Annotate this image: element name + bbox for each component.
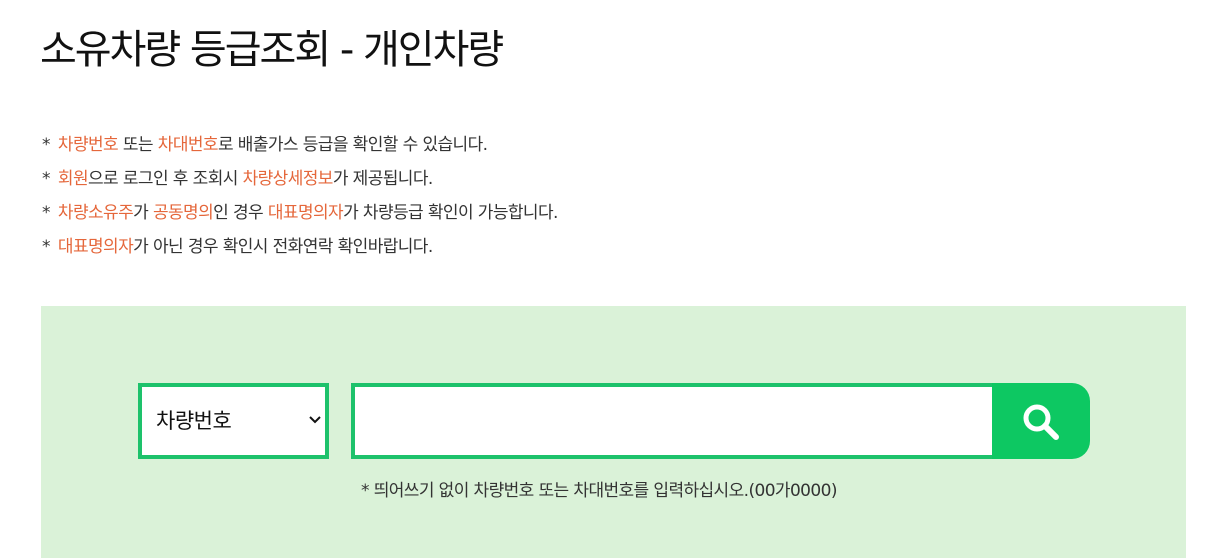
notice-text: 가 차량등급 확인이 가능합니다.: [343, 203, 558, 223]
page-title: 소유차량 등급조회 - 개인차량: [40, 27, 504, 73]
search-type-select[interactable]: 차량번호: [138, 383, 329, 459]
notice-highlight: 차량소유주: [57, 203, 134, 223]
search-icon: [1023, 404, 1059, 440]
chevron-down-icon: [307, 387, 323, 455]
notice-text: 가 아닌 경우 확인시 전화연락 확인바랍니다.: [133, 237, 433, 257]
search-hint: * 띄어쓰기 없이 차량번호 또는 차대번호를 입력하십시오.(00가0000): [361, 481, 837, 501]
notice-item: * 차량번호 또는 차대번호로 배출가스 등급을 확인할 수 있습니다.: [42, 130, 558, 164]
bullet-star: *: [42, 169, 50, 189]
bullet-star: *: [42, 237, 50, 257]
notice-text: 또는: [118, 135, 158, 155]
notice-highlight: 대표명의자: [57, 237, 134, 257]
notice-list: * 차량번호 또는 차대번호로 배출가스 등급을 확인할 수 있습니다. * 회원으…: [42, 130, 558, 266]
notice-highlight: 대표명의자: [267, 203, 344, 223]
notice-highlight: 차대번호: [157, 135, 219, 155]
bullet-star: *: [42, 135, 50, 155]
notice-item: * 회원으로 로그인 후 조회시 차량상세정보가 제공됩니다.: [42, 164, 558, 198]
search-button[interactable]: [992, 383, 1090, 459]
notice-text: 로 배출가스 등급을 확인할 수 있습니다.: [217, 135, 488, 155]
notice-text: 으로 로그인 후 조회시: [88, 169, 243, 189]
notice-item: * 대표명의자가 아닌 경우 확인시 전화연락 확인바랍니다.: [42, 232, 558, 266]
notice-text: 가 제공됩니다.: [332, 169, 433, 189]
notice-highlight: 차량상세정보: [242, 169, 334, 189]
bullet-star: *: [42, 203, 50, 223]
search-panel: 차량번호 * 띄어쓰기 없이 차량번호 또는 차대번호를 입력하십시오.(00가…: [41, 306, 1186, 558]
notice-highlight: 공동명의: [152, 203, 214, 223]
notice-item: * 차량소유주가 공동명의인 경우 대표명의자가 차량등급 확인이 가능합니다.: [42, 198, 558, 232]
notice-highlight: 차량번호: [57, 135, 119, 155]
notice-highlight: 회원: [57, 169, 89, 189]
search-type-value: 차량번호: [156, 409, 232, 433]
notice-text: 가: [133, 203, 153, 223]
vehicle-number-input[interactable]: [351, 383, 992, 459]
notice-text: 인 경우: [213, 203, 268, 223]
